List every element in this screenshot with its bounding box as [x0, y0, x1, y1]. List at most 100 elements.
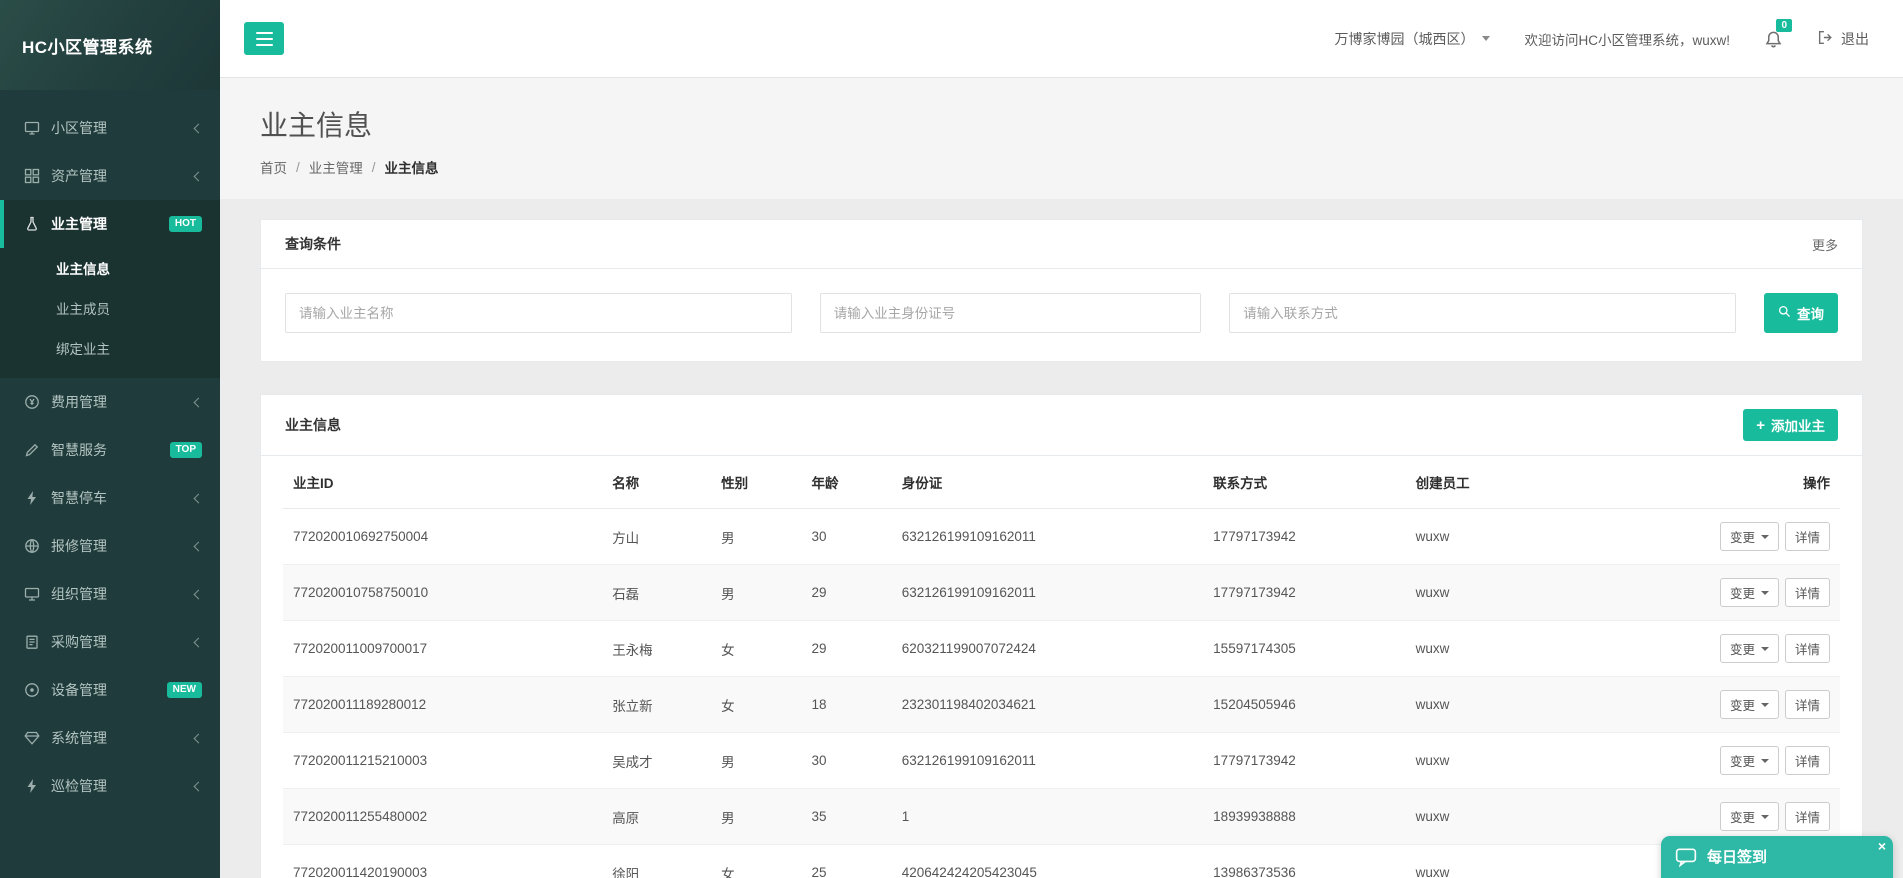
- table-row: 772020010758750010 石磊 男 29 6321261991091…: [283, 565, 1840, 621]
- daily-signin-widget[interactable]: 每日签到 ×: [1661, 836, 1893, 878]
- bell-icon: [1764, 30, 1783, 52]
- chevron-left-icon: [194, 493, 204, 503]
- more-link[interactable]: 更多: [1812, 235, 1838, 254]
- owner-id-cell: 772020010758750010: [283, 565, 602, 621]
- new-badge: NEW: [167, 682, 202, 698]
- sidebar-item-system-mgmt[interactable]: 系统管理: [0, 714, 220, 762]
- change-button[interactable]: 变更: [1720, 690, 1779, 719]
- breadcrumb-owner-mgmt[interactable]: 业主管理: [309, 157, 363, 177]
- table-row: 772020011420190003 徐阳 女 25 4206424242054…: [283, 845, 1840, 878]
- idcard-cell: 632126199109162011: [892, 509, 1203, 565]
- phone-cell: 17797173942: [1203, 509, 1405, 565]
- owner-name-input[interactable]: [285, 293, 792, 333]
- change-button[interactable]: 变更: [1720, 802, 1779, 831]
- page-title: 业主信息: [260, 104, 1863, 144]
- sidebar-item-owner-mgmt[interactable]: 业主管理 HOT: [0, 200, 220, 248]
- plus-icon: +: [1756, 418, 1765, 433]
- chat-bubble-icon: [1675, 846, 1697, 872]
- creator-cell: wuxw: [1406, 733, 1632, 789]
- sidebar-item-bind-owner[interactable]: 绑定业主: [0, 330, 220, 370]
- detail-button[interactable]: 详情: [1785, 634, 1830, 663]
- age-cell: 29: [801, 621, 891, 677]
- monitor-icon: [24, 120, 40, 136]
- owner-mgmt-submenu: 业主信息 业主成员 绑定业主: [0, 248, 220, 378]
- detail-button[interactable]: 详情: [1785, 522, 1830, 551]
- search-card-header: 查询条件 更多: [261, 220, 1862, 269]
- detail-button[interactable]: 详情: [1785, 690, 1830, 719]
- add-owner-button[interactable]: + 添加业主: [1743, 409, 1838, 441]
- column-header-idcard: 身份证: [892, 456, 1203, 509]
- gender-cell: 女: [711, 621, 801, 677]
- content-body: 查询条件 更多 查询: [220, 199, 1903, 878]
- owner-table-card: 业主信息 + 添加业主 业主ID 名称 性别: [260, 394, 1863, 878]
- chevron-left-icon: [194, 733, 204, 743]
- search-icon: [1778, 305, 1791, 321]
- breadcrumb-home[interactable]: 首页: [260, 157, 287, 177]
- search-card: 查询条件 更多 查询: [260, 219, 1863, 362]
- caret-down-icon: [1761, 647, 1769, 651]
- change-button[interactable]: 变更: [1720, 522, 1779, 551]
- age-cell: 30: [801, 509, 891, 565]
- detail-button[interactable]: 详情: [1785, 802, 1830, 831]
- idcard-cell: 632126199109162011: [892, 565, 1203, 621]
- sidebar-item-asset-mgmt[interactable]: 资产管理: [0, 152, 220, 200]
- table-row: 772020011009700017 王永梅 女 29 620321199007…: [283, 621, 1840, 677]
- detail-button[interactable]: 详情: [1785, 578, 1830, 607]
- name-cell: 石磊: [602, 565, 711, 621]
- sidebar-item-repair-mgmt[interactable]: 报修管理: [0, 522, 220, 570]
- caret-down-icon: [1761, 535, 1769, 539]
- column-header-gender: 性别: [711, 456, 801, 509]
- target-icon: [24, 682, 40, 698]
- phone-cell: 15204505946: [1203, 677, 1405, 733]
- sidebar-item-smart-service[interactable]: 智慧服务 TOP: [0, 426, 220, 474]
- name-cell: 张立新: [602, 677, 711, 733]
- sidebar-item-inspection-mgmt[interactable]: 巡检管理: [0, 762, 220, 810]
- caret-down-icon: [1761, 591, 1769, 595]
- sidebar-group-owner-mgmt: 业主管理 HOT 业主信息 业主成员 绑定业主: [0, 200, 220, 378]
- page-heading: 业主信息 首页 / 业主管理 / 业主信息: [220, 78, 1903, 199]
- search-form: 查询: [261, 269, 1862, 361]
- column-header-owner-id: 业主ID: [283, 456, 602, 509]
- phone-cell: 13986373536: [1203, 845, 1405, 878]
- notification-bell[interactable]: 0: [1764, 26, 1783, 52]
- logout-button[interactable]: 退出: [1817, 29, 1869, 49]
- idcard-cell: 420642424205423045: [892, 845, 1203, 878]
- logout-label: 退出: [1841, 29, 1869, 49]
- caret-down-icon: [1482, 36, 1490, 41]
- change-button[interactable]: 变更: [1720, 578, 1779, 607]
- gem-icon: [24, 730, 40, 746]
- search-button[interactable]: 查询: [1764, 293, 1838, 333]
- detail-button[interactable]: 详情: [1785, 746, 1830, 775]
- change-button[interactable]: 变更: [1720, 634, 1779, 663]
- idcard-cell: 232301198402034621: [892, 677, 1203, 733]
- column-header-actions: 操作: [1631, 456, 1840, 509]
- name-cell: 方山: [602, 509, 711, 565]
- column-header-age: 年龄: [801, 456, 891, 509]
- change-button[interactable]: 变更: [1720, 746, 1779, 775]
- owner-id-cell: 772020011255480002: [283, 789, 602, 845]
- owner-id-cell: 772020011420190003: [283, 845, 602, 878]
- community-selector-label: 万博家博园（城西区）: [1334, 29, 1474, 49]
- phone-cell: 18939938888: [1203, 789, 1405, 845]
- grid-icon: [24, 168, 40, 184]
- close-icon[interactable]: ×: [1878, 839, 1886, 853]
- name-cell: 王永梅: [602, 621, 711, 677]
- sidebar-item-fee-mgmt[interactable]: 费用管理: [0, 378, 220, 426]
- name-cell: 吴成才: [602, 733, 711, 789]
- sidebar-item-smart-parking[interactable]: 智慧停车: [0, 474, 220, 522]
- owner-table-header: 业主信息 + 添加业主: [261, 395, 1862, 456]
- community-selector[interactable]: 万博家博园（城西区）: [1334, 29, 1490, 49]
- sidebar-item-community-mgmt[interactable]: 小区管理: [0, 104, 220, 152]
- sidebar-item-owner-member[interactable]: 业主成员: [0, 290, 220, 330]
- owner-phone-input[interactable]: [1229, 293, 1736, 333]
- chevron-left-icon: [194, 589, 204, 599]
- sidebar-item-procurement-mgmt[interactable]: 采购管理: [0, 618, 220, 666]
- sidebar-item-owner-info[interactable]: 业主信息: [0, 250, 220, 290]
- owner-id-cell: 772020011189280012: [283, 677, 602, 733]
- sidebar-toggle-button[interactable]: [244, 22, 284, 55]
- top-badge: TOP: [170, 442, 202, 458]
- sidebar-item-device-mgmt[interactable]: 设备管理 NEW: [0, 666, 220, 714]
- creator-cell: wuxw: [1406, 677, 1632, 733]
- sidebar-item-org-mgmt[interactable]: 组织管理: [0, 570, 220, 618]
- owner-idcard-input[interactable]: [820, 293, 1201, 333]
